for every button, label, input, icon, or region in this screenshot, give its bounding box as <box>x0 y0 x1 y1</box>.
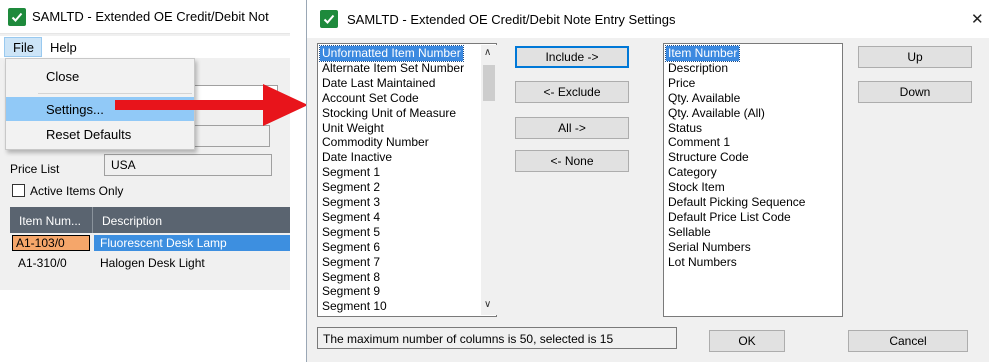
list-item[interactable]: Price <box>666 76 697 91</box>
list-item[interactable]: Segment 1 <box>320 165 382 180</box>
menu-bar <box>0 36 290 58</box>
list-item[interactable]: Commodity Number <box>320 135 431 150</box>
list-item[interactable]: Segment 8 <box>320 270 382 285</box>
available-columns-list[interactable]: Unformatted Item Number Alternate Item Se… <box>317 43 497 317</box>
list-item[interactable]: Segment 10 <box>320 299 389 314</box>
move-down-button[interactable]: Down <box>858 81 972 103</box>
cancel-button[interactable]: Cancel <box>848 330 968 352</box>
list-item[interactable]: Unformatted Item Number <box>319 45 464 62</box>
price-list-label: Price List <box>10 162 60 176</box>
list-item[interactable]: Qty. Available (All) <box>666 106 767 121</box>
description-cell[interactable]: Fluorescent Desk Lamp <box>94 235 290 251</box>
ok-button[interactable]: OK <box>709 330 785 352</box>
status-text: The maximum number of columns is 50, sel… <box>323 332 614 346</box>
menu-item-settings-label: Settings... <box>46 102 104 117</box>
list-item[interactable]: Date Last Maintained <box>320 76 437 91</box>
active-items-label: Active Items Only <box>30 184 124 198</box>
move-up-button[interactable]: Up <box>858 46 972 68</box>
list-item[interactable]: Status <box>666 121 704 136</box>
item-number-cell[interactable]: A1-310/0 <box>18 256 67 270</box>
column-header-description[interactable]: Description <box>102 214 162 228</box>
list-item[interactable]: Alternate Item Set Number <box>320 61 466 76</box>
menu-item-close-label: Close <box>46 69 80 84</box>
column-divider[interactable] <box>92 207 93 233</box>
table-row[interactable]: A1-310/0 Halogen Desk Light <box>10 254 290 272</box>
price-list-field[interactable]: USA <box>104 154 272 176</box>
main-window-titlebar: SAMLTD - Extended OE Credit/Debit Not <box>0 0 290 34</box>
settings-dialog: SAMLTD - Extended OE Credit/Debit Note E… <box>306 0 989 362</box>
exclude-all-button[interactable]: <- None <box>515 150 629 172</box>
list-item[interactable]: Category <box>666 165 719 180</box>
status-bar: The maximum number of columns is 50, sel… <box>317 327 677 349</box>
list-item[interactable]: Default Picking Sequence <box>666 195 807 210</box>
list-item[interactable]: Segment 4 <box>320 210 382 225</box>
list-item[interactable]: Unit Weight <box>320 121 386 136</box>
list-item[interactable]: Structure Code <box>666 150 751 165</box>
list-item[interactable]: Serial Numbers <box>666 240 753 255</box>
list-item[interactable]: Stock Item <box>666 180 727 195</box>
red-arrow <box>115 84 308 126</box>
list-item[interactable]: Default Price List Code <box>666 210 793 225</box>
scroll-thumb[interactable] <box>483 65 495 101</box>
app-check-icon <box>320 10 338 28</box>
list-item[interactable]: Segment 3 <box>320 195 382 210</box>
menu-file[interactable]: File <box>4 37 42 57</box>
window-title: SAMLTD - Extended OE Credit/Debit Not <box>32 9 269 24</box>
list-item[interactable]: Segment 2 <box>320 180 382 195</box>
table-row[interactable]: A1-103/0 Fluorescent Desk Lamp <box>10 234 290 252</box>
app-check-icon <box>8 8 26 26</box>
scroll-down-icon[interactable]: ∨ <box>484 299 491 310</box>
list-item[interactable]: Account Set Code <box>320 91 421 106</box>
exclude-button[interactable]: <- Exclude <box>515 81 629 103</box>
list-item[interactable]: Lot Numbers <box>666 255 739 270</box>
list-item[interactable]: Segment 7 <box>320 255 382 270</box>
items-grid-header: Item Num... Description <box>10 207 290 233</box>
list-item[interactable]: Date Inactive <box>320 150 394 165</box>
list-item[interactable]: Comment 1 <box>666 135 732 150</box>
list-item[interactable]: Qty. Available <box>666 91 742 106</box>
description-cell[interactable]: Halogen Desk Light <box>100 256 205 270</box>
item-number-cell[interactable]: A1-103/0 <box>12 235 90 251</box>
price-list-value: USA <box>111 158 136 172</box>
dialog-title: SAMLTD - Extended OE Credit/Debit Note E… <box>347 12 676 27</box>
column-header-item-number[interactable]: Item Num... <box>19 214 81 228</box>
list-item[interactable]: Segment 6 <box>320 240 382 255</box>
list-item[interactable]: Item Number <box>664 45 741 62</box>
dialog-titlebar: SAMLTD - Extended OE Credit/Debit Note E… <box>307 0 989 38</box>
include-button[interactable]: Include -> <box>515 46 629 68</box>
list-item[interactable]: Sellable <box>666 225 713 240</box>
list-item[interactable]: Description <box>666 61 730 76</box>
include-all-button[interactable]: All -> <box>515 117 629 139</box>
close-icon[interactable]: ✕ <box>971 10 984 28</box>
selected-columns-list[interactable]: Item Number Description Price Qty. Availabl… <box>663 43 843 317</box>
scroll-up-icon[interactable]: ∧ <box>484 47 491 58</box>
menu-file-label: File <box>13 40 34 55</box>
menu-help[interactable]: Help <box>50 40 77 55</box>
list-item[interactable]: Segment 5 <box>320 225 382 240</box>
vertical-scrollbar[interactable]: ∧ ∨ <box>481 45 497 315</box>
list-item[interactable]: Stocking Unit of Measure <box>320 106 458 121</box>
list-item[interactable]: Segment 9 <box>320 284 382 299</box>
active-items-checkbox[interactable] <box>12 184 25 197</box>
